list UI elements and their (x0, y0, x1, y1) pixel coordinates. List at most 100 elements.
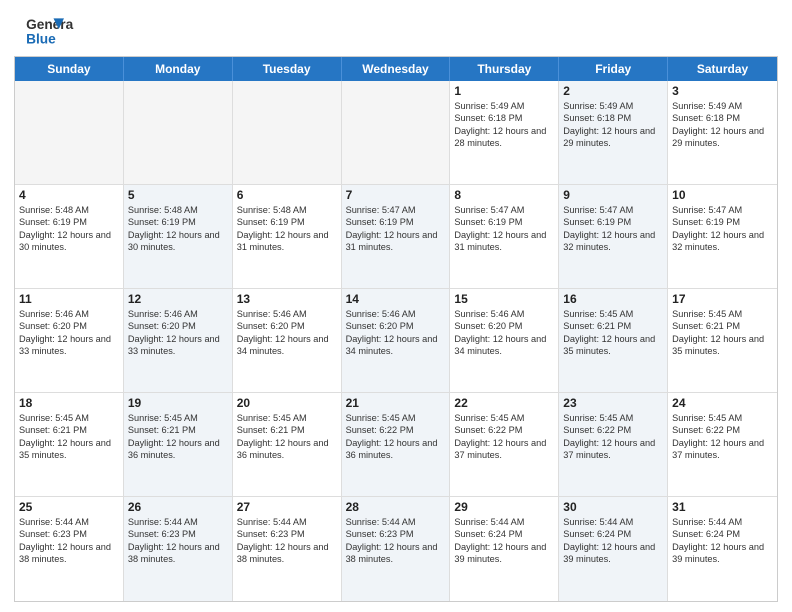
calendar-cell-4: 4 Sunrise: 5:48 AM Sunset: 6:19 PM Daylig… (15, 185, 124, 288)
day-info: Sunrise: 5:49 AM Sunset: 6:18 PM Dayligh… (672, 100, 773, 150)
day-number: 3 (672, 84, 773, 98)
header: General Blue (14, 10, 778, 50)
day-info: Sunrise: 5:45 AM Sunset: 6:21 PM Dayligh… (128, 412, 228, 462)
calendar-cell-24: 24 Sunrise: 5:45 AM Sunset: 6:22 PM Dayli… (668, 393, 777, 496)
day-info: Sunrise: 5:45 AM Sunset: 6:22 PM Dayligh… (454, 412, 554, 462)
day-number: 23 (563, 396, 663, 410)
day-info: Sunrise: 5:48 AM Sunset: 6:19 PM Dayligh… (19, 204, 119, 254)
day-info: Sunrise: 5:46 AM Sunset: 6:20 PM Dayligh… (237, 308, 337, 358)
day-info: Sunrise: 5:45 AM Sunset: 6:22 PM Dayligh… (563, 412, 663, 462)
calendar-header: SundayMondayTuesdayWednesdayThursdayFrid… (15, 57, 777, 81)
calendar-row-5: 25Sunrise: 5:44 AM Sunset: 6:23 PM Dayli… (15, 497, 777, 601)
logo: General Blue (14, 10, 74, 50)
calendar-cell-13: 13 Sunrise: 5:46 AM Sunset: 6:20 PM Dayli… (233, 289, 342, 392)
calendar-cell-empty-0-0 (15, 81, 124, 184)
calendar-cell-20: 20Sunrise: 5:45 AM Sunset: 6:21 PM Dayli… (233, 393, 342, 496)
calendar-row-2: 4 Sunrise: 5:48 AM Sunset: 6:19 PM Daylig… (15, 185, 777, 289)
day-info: Sunrise: 5:46 AM Sunset: 6:20 PM Dayligh… (454, 308, 554, 358)
day-info: Sunrise: 5:44 AM Sunset: 6:24 PM Dayligh… (454, 516, 554, 566)
day-number: 24 (672, 396, 773, 410)
weekday-header-wednesday: Wednesday (342, 57, 451, 81)
day-number: 16 (563, 292, 663, 306)
day-number: 15 (454, 292, 554, 306)
day-number: 2 (563, 84, 663, 98)
day-number: 12 (128, 292, 228, 306)
day-info: Sunrise: 5:44 AM Sunset: 6:23 PM Dayligh… (19, 516, 119, 566)
calendar-cell-7: 7 Sunrise: 5:47 AM Sunset: 6:19 PM Daylig… (342, 185, 451, 288)
logo-icon: General Blue (14, 10, 74, 50)
calendar-row-3: 11 Sunrise: 5:46 AM Sunset: 6:20 PM Dayli… (15, 289, 777, 393)
day-number: 17 (672, 292, 773, 306)
day-info: Sunrise: 5:45 AM Sunset: 6:21 PM Dayligh… (563, 308, 663, 358)
day-number: 11 (19, 292, 119, 306)
day-info: Sunrise: 5:45 AM Sunset: 6:22 PM Dayligh… (346, 412, 446, 462)
day-number: 27 (237, 500, 337, 514)
day-number: 8 (454, 188, 554, 202)
day-number: 19 (128, 396, 228, 410)
day-info: Sunrise: 5:47 AM Sunset: 6:19 PM Dayligh… (454, 204, 554, 254)
calendar-cell-22: 22 Sunrise: 5:45 AM Sunset: 6:22 PM Dayli… (450, 393, 559, 496)
calendar: SundayMondayTuesdayWednesdayThursdayFrid… (14, 56, 778, 602)
calendar-cell-16: 16 Sunrise: 5:45 AM Sunset: 6:21 PM Dayli… (559, 289, 668, 392)
calendar-cell-23: 23 Sunrise: 5:45 AM Sunset: 6:22 PM Dayli… (559, 393, 668, 496)
day-info: Sunrise: 5:49 AM Sunset: 6:18 PM Dayligh… (563, 100, 663, 150)
day-info: Sunrise: 5:45 AM Sunset: 6:21 PM Dayligh… (672, 308, 773, 358)
day-info: Sunrise: 5:46 AM Sunset: 6:20 PM Dayligh… (19, 308, 119, 358)
calendar-cell-2: 2 Sunrise: 5:49 AM Sunset: 6:18 PM Daylig… (559, 81, 668, 184)
day-info: Sunrise: 5:45 AM Sunset: 6:21 PM Dayligh… (19, 412, 119, 462)
day-info: Sunrise: 5:45 AM Sunset: 6:22 PM Dayligh… (672, 412, 773, 462)
calendar-cell-15: 15 Sunrise: 5:46 AM Sunset: 6:20 PM Dayli… (450, 289, 559, 392)
day-info: Sunrise: 5:46 AM Sunset: 6:20 PM Dayligh… (128, 308, 228, 358)
day-info: Sunrise: 5:46 AM Sunset: 6:20 PM Dayligh… (346, 308, 446, 358)
calendar-cell-31: 31Sunrise: 5:44 AM Sunset: 6:24 PM Dayli… (668, 497, 777, 601)
calendar-row-1: 1 Sunrise: 5:49 AM Sunset: 6:18 PM Daylig… (15, 81, 777, 185)
calendar-cell-18: 18Sunrise: 5:45 AM Sunset: 6:21 PM Dayli… (15, 393, 124, 496)
calendar-cell-empty-0-1 (124, 81, 233, 184)
calendar-cell-26: 26Sunrise: 5:44 AM Sunset: 6:23 PM Dayli… (124, 497, 233, 601)
day-info: Sunrise: 5:44 AM Sunset: 6:23 PM Dayligh… (128, 516, 228, 566)
calendar-cell-17: 17 Sunrise: 5:45 AM Sunset: 6:21 PM Dayli… (668, 289, 777, 392)
calendar-cell-25: 25Sunrise: 5:44 AM Sunset: 6:23 PM Dayli… (15, 497, 124, 601)
day-info: Sunrise: 5:44 AM Sunset: 6:24 PM Dayligh… (672, 516, 773, 566)
day-info: Sunrise: 5:44 AM Sunset: 6:23 PM Dayligh… (346, 516, 446, 566)
calendar-cell-14: 14Sunrise: 5:46 AM Sunset: 6:20 PM Dayli… (342, 289, 451, 392)
day-info: Sunrise: 5:49 AM Sunset: 6:18 PM Dayligh… (454, 100, 554, 150)
day-info: Sunrise: 5:47 AM Sunset: 6:19 PM Dayligh… (346, 204, 446, 254)
svg-text:Blue: Blue (26, 32, 56, 47)
day-number: 9 (563, 188, 663, 202)
weekday-header-thursday: Thursday (450, 57, 559, 81)
calendar-cell-30: 30Sunrise: 5:44 AM Sunset: 6:24 PM Dayli… (559, 497, 668, 601)
weekday-header-sunday: Sunday (15, 57, 124, 81)
calendar-cell-27: 27 Sunrise: 5:44 AM Sunset: 6:23 PM Dayli… (233, 497, 342, 601)
day-number: 21 (346, 396, 446, 410)
calendar-cell-10: 10 Sunrise: 5:47 AM Sunset: 6:19 PM Dayli… (668, 185, 777, 288)
day-number: 4 (19, 188, 119, 202)
page: General Blue SundayMondayTuesdayWednesda… (0, 0, 792, 612)
calendar-cell-8: 8 Sunrise: 5:47 AM Sunset: 6:19 PM Daylig… (450, 185, 559, 288)
calendar-cell-6: 6 Sunrise: 5:48 AM Sunset: 6:19 PM Daylig… (233, 185, 342, 288)
day-number: 28 (346, 500, 446, 514)
calendar-cell-empty-0-2 (233, 81, 342, 184)
day-info: Sunrise: 5:44 AM Sunset: 6:23 PM Dayligh… (237, 516, 337, 566)
day-number: 22 (454, 396, 554, 410)
day-number: 10 (672, 188, 773, 202)
weekday-header-monday: Monday (124, 57, 233, 81)
day-number: 6 (237, 188, 337, 202)
day-info: Sunrise: 5:48 AM Sunset: 6:19 PM Dayligh… (128, 204, 228, 254)
calendar-cell-9: 9Sunrise: 5:47 AM Sunset: 6:19 PM Daylig… (559, 185, 668, 288)
calendar-row-4: 18Sunrise: 5:45 AM Sunset: 6:21 PM Dayli… (15, 393, 777, 497)
day-info: Sunrise: 5:45 AM Sunset: 6:21 PM Dayligh… (237, 412, 337, 462)
svg-text:General: General (26, 17, 74, 32)
calendar-cell-11: 11 Sunrise: 5:46 AM Sunset: 6:20 PM Dayli… (15, 289, 124, 392)
calendar-cell-29: 29Sunrise: 5:44 AM Sunset: 6:24 PM Dayli… (450, 497, 559, 601)
day-number: 1 (454, 84, 554, 98)
day-info: Sunrise: 5:48 AM Sunset: 6:19 PM Dayligh… (237, 204, 337, 254)
day-number: 13 (237, 292, 337, 306)
calendar-body: 1 Sunrise: 5:49 AM Sunset: 6:18 PM Daylig… (15, 81, 777, 601)
weekday-header-saturday: Saturday (668, 57, 777, 81)
day-info: Sunrise: 5:47 AM Sunset: 6:19 PM Dayligh… (672, 204, 773, 254)
day-number: 7 (346, 188, 446, 202)
calendar-cell-28: 28 Sunrise: 5:44 AM Sunset: 6:23 PM Dayli… (342, 497, 451, 601)
weekday-header-tuesday: Tuesday (233, 57, 342, 81)
day-info: Sunrise: 5:44 AM Sunset: 6:24 PM Dayligh… (563, 516, 663, 566)
